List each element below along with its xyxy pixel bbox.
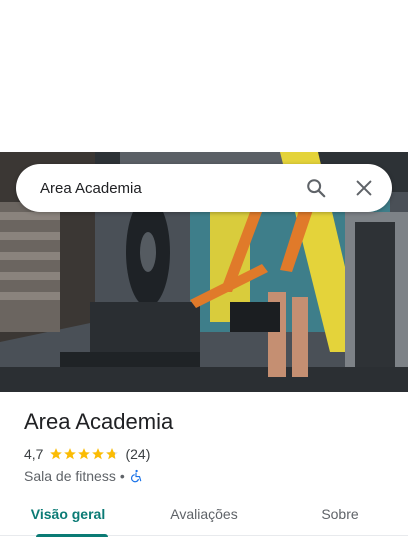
place-category: Sala de fitness: [24, 468, 116, 484]
place-tabs: Visão geral Avaliações Sobre: [0, 492, 408, 537]
tab-label: Avaliações: [170, 506, 238, 522]
search-input[interactable]: [16, 164, 292, 212]
close-button[interactable]: [340, 164, 388, 212]
tab-label: Visão geral: [30, 506, 106, 522]
tab-overview[interactable]: Visão geral: [0, 492, 136, 537]
star-icon: [78, 448, 91, 460]
tab-about[interactable]: Sobre: [272, 492, 408, 536]
rating-value: 4,7: [24, 446, 44, 462]
tab-reviews[interactable]: Avaliações: [136, 492, 272, 536]
separator: •: [119, 468, 125, 484]
review-count: (24): [125, 446, 151, 462]
close-icon: [356, 180, 372, 196]
place-info: Area Academia 4,7 (24) Sala de fitness •: [24, 408, 392, 486]
rating-stars: [49, 447, 119, 461]
search-icon: [307, 179, 326, 198]
star-icon: [50, 448, 63, 460]
star-half-icon: [106, 448, 119, 460]
search-bar[interactable]: [16, 164, 392, 212]
place-sheet: Area Academia 4,7 (24) Sala de fitness •: [0, 0, 408, 544]
rating-row[interactable]: 4,7 (24): [24, 444, 392, 464]
star-icon: [64, 448, 77, 460]
category-row: Sala de fitness •: [24, 466, 392, 486]
tab-label: Sobre: [321, 506, 359, 522]
place-title: Area Academia: [24, 409, 174, 434]
search-button[interactable]: [292, 164, 340, 212]
wheelchair-icon: [130, 469, 141, 483]
star-icon: [92, 448, 105, 460]
